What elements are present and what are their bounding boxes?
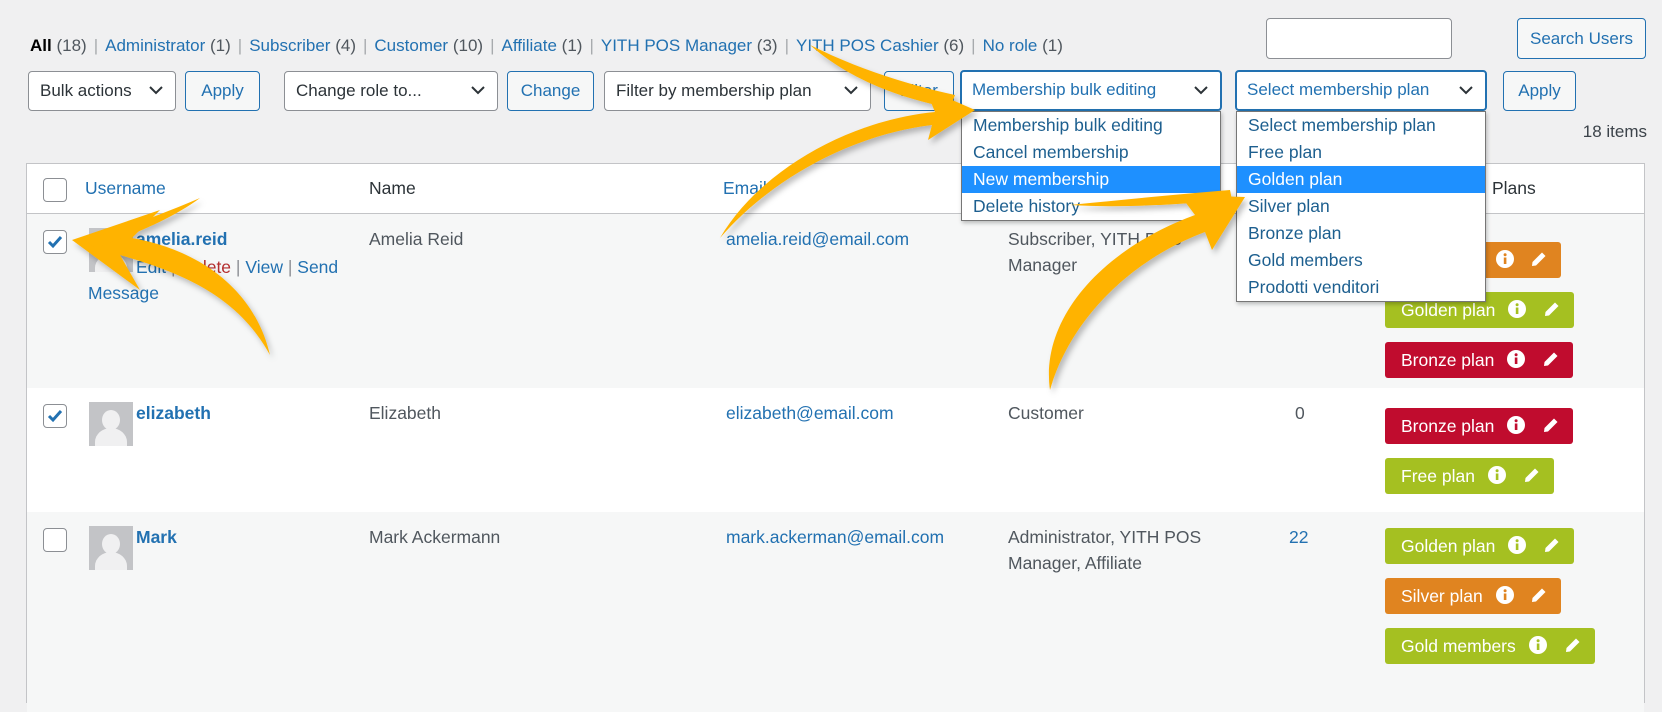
user-role: Customer bbox=[1008, 403, 1084, 423]
user-fullname: Amelia Reid bbox=[369, 229, 464, 249]
info-icon[interactable] bbox=[1487, 466, 1506, 485]
user-fullname: Elizabeth bbox=[369, 403, 441, 423]
check-icon bbox=[47, 410, 63, 423]
filter-affiliate[interactable]: Affiliate bbox=[501, 36, 556, 55]
user-fullname: Mark Ackermann bbox=[369, 527, 501, 547]
info-icon[interactable] bbox=[1528, 636, 1547, 655]
plan-badge-free[interactable]: Free plan bbox=[1385, 458, 1554, 494]
row-checkbox[interactable] bbox=[43, 230, 67, 254]
info-icon[interactable] bbox=[1508, 536, 1527, 555]
avatar bbox=[89, 402, 133, 446]
delete-link[interactable]: Delete bbox=[180, 257, 231, 277]
pencil-icon[interactable] bbox=[1543, 537, 1560, 554]
dropdown-option[interactable]: Gold members bbox=[1237, 247, 1485, 274]
chevron-down-icon bbox=[844, 72, 858, 95]
info-icon[interactable] bbox=[1508, 300, 1527, 319]
chevron-down-icon bbox=[1459, 72, 1473, 95]
dropdown-option[interactable]: Select membership plan bbox=[1237, 112, 1485, 139]
filter-button[interactable]: Filter bbox=[884, 71, 954, 111]
user-email-link[interactable]: amelia.reid@email.com bbox=[726, 226, 909, 252]
user-role: Administrator, YITH POS Manager, Affiliat… bbox=[1008, 527, 1202, 573]
filter-yith-pos-cashier[interactable]: YITH POS Cashier bbox=[796, 36, 939, 55]
chevron-down-icon bbox=[149, 72, 163, 95]
pencil-icon[interactable] bbox=[1543, 301, 1560, 318]
info-icon[interactable] bbox=[1495, 250, 1514, 269]
chevron-down-icon bbox=[471, 72, 485, 95]
filter-all[interactable]: All bbox=[30, 36, 52, 55]
avatar bbox=[89, 228, 133, 272]
select-all-checkbox[interactable] bbox=[43, 178, 67, 202]
row-actions: Edit | Delete | View | Send bbox=[136, 257, 339, 277]
search-users-input[interactable] bbox=[1266, 18, 1452, 59]
change-role-select[interactable]: Change role to... bbox=[284, 71, 498, 111]
bulk-actions-select[interactable]: Bulk actions bbox=[28, 71, 176, 111]
filter-customer[interactable]: Customer bbox=[374, 36, 448, 55]
apply-bulk-button[interactable]: Apply bbox=[185, 71, 260, 111]
row-checkbox[interactable] bbox=[43, 404, 67, 428]
filter-administrator[interactable]: Administrator bbox=[105, 36, 205, 55]
user-email-link[interactable]: mark.ackerman@email.com bbox=[726, 524, 944, 550]
membership-plan-dropdown: Select membership plan Free plan Golden … bbox=[1236, 111, 1486, 302]
info-icon[interactable] bbox=[1507, 350, 1526, 369]
pencil-icon[interactable] bbox=[1542, 417, 1559, 434]
user-posts-link[interactable]: 22 bbox=[1289, 524, 1308, 550]
dropdown-option-selected[interactable]: Golden plan bbox=[1237, 166, 1485, 193]
role-filter-links: All (18) | Administrator (1) | Subscriber (4… bbox=[30, 36, 1063, 55]
username-link[interactable]: Mark bbox=[136, 524, 177, 550]
pencil-icon[interactable] bbox=[1523, 467, 1540, 484]
check-icon bbox=[47, 236, 63, 249]
plan-badge-silver[interactable]: Silver plan bbox=[1385, 578, 1562, 614]
plan-badge-bronze[interactable]: Bronze plan bbox=[1385, 342, 1574, 378]
edit-link[interactable]: Edit bbox=[136, 257, 166, 277]
dropdown-option[interactable]: Delete history bbox=[962, 193, 1220, 220]
filter-subscriber[interactable]: Subscriber bbox=[249, 36, 330, 55]
column-plans: Plans bbox=[1492, 178, 1536, 198]
view-link[interactable]: View bbox=[245, 257, 283, 277]
table-row: Mark Mark Ackermann mark.ackerman@email.… bbox=[27, 512, 1644, 712]
pencil-icon[interactable] bbox=[1530, 251, 1547, 268]
table-row: elizabeth Elizabeth elizabeth@email.com … bbox=[27, 388, 1644, 512]
user-email-link[interactable]: elizabeth@email.com bbox=[726, 400, 894, 426]
info-icon[interactable] bbox=[1507, 416, 1526, 435]
apply-membership-button[interactable]: Apply bbox=[1503, 71, 1576, 111]
search-users-button[interactable]: Search Users bbox=[1517, 18, 1646, 59]
plan-badge-gold-members[interactable]: Gold members bbox=[1385, 628, 1595, 664]
dropdown-option[interactable]: Cancel membership bbox=[962, 139, 1220, 166]
items-count: 18 items bbox=[1582, 122, 1647, 141]
chevron-down-icon bbox=[1194, 72, 1208, 95]
column-username[interactable]: Username bbox=[85, 178, 166, 199]
dropdown-option[interactable]: Silver plan bbox=[1237, 193, 1485, 220]
change-role-button[interactable]: Change bbox=[507, 71, 594, 111]
dropdown-option[interactable]: Membership bulk editing bbox=[962, 112, 1220, 139]
plan-badge-golden[interactable]: Golden plan bbox=[1385, 528, 1575, 564]
pencil-icon[interactable] bbox=[1542, 351, 1559, 368]
dropdown-option-selected[interactable]: New membership bbox=[962, 166, 1220, 193]
dropdown-option[interactable]: Bronze plan bbox=[1237, 220, 1485, 247]
username-link[interactable]: elizabeth bbox=[136, 400, 211, 426]
dropdown-option[interactable]: Free plan bbox=[1237, 139, 1485, 166]
pencil-icon[interactable] bbox=[1564, 637, 1581, 654]
select-membership-plan-select[interactable]: Select membership plan bbox=[1235, 70, 1487, 111]
username-link[interactable]: amelia.reid bbox=[136, 226, 227, 252]
filter-no-role[interactable]: No role bbox=[983, 36, 1038, 55]
column-name: Name bbox=[369, 178, 416, 198]
filter-membership-plan-select[interactable]: Filter by membership plan bbox=[604, 71, 871, 111]
dropdown-option[interactable]: Prodotti venditori bbox=[1237, 274, 1485, 301]
membership-bulk-dropdown: Membership bulk editing Cancel membershi… bbox=[961, 111, 1221, 221]
row-checkbox[interactable] bbox=[43, 528, 67, 552]
avatar bbox=[89, 526, 133, 570]
pencil-icon[interactable] bbox=[1530, 587, 1547, 604]
membership-bulk-editing-select[interactable]: Membership bulk editing bbox=[960, 70, 1222, 111]
send-message-link[interactable]: Send bbox=[297, 257, 338, 277]
column-email[interactable]: Email bbox=[723, 178, 767, 199]
user-posts-count: 0 bbox=[1295, 403, 1305, 423]
plan-badge-bronze[interactable]: Bronze plan bbox=[1385, 408, 1574, 444]
filter-yith-pos-manager[interactable]: YITH POS Manager bbox=[601, 36, 752, 55]
info-icon[interactable] bbox=[1495, 586, 1514, 605]
user-role: Subscriber, YITH POS Manager bbox=[1008, 229, 1182, 275]
send-message-link-cont[interactable]: Message bbox=[88, 280, 159, 306]
